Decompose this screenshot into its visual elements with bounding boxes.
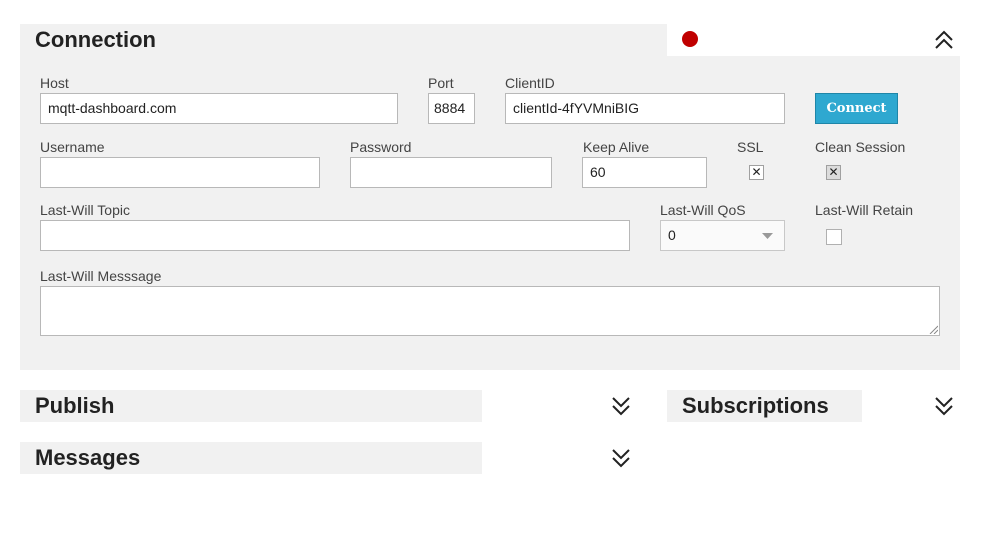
connection-status-indicator	[682, 31, 698, 47]
username-label: Username	[40, 139, 105, 155]
chevron-double-up-icon[interactable]	[933, 29, 955, 51]
lastwill-message-label: Last-Will Messsage	[40, 268, 162, 284]
resize-handle-icon[interactable]	[929, 325, 938, 334]
chevron-double-down-icon[interactable]	[610, 395, 632, 417]
chevron-double-down-icon[interactable]	[933, 395, 955, 417]
publish-title: Publish	[35, 393, 115, 418]
chevron-double-down-icon[interactable]	[610, 447, 632, 469]
port-input[interactable]: 8884	[428, 93, 475, 124]
port-label: Port	[428, 75, 454, 91]
ssl-label: SSL	[737, 139, 764, 155]
clean-session-label: Clean Session	[815, 139, 906, 155]
chevron-down-icon	[762, 233, 773, 239]
lastwill-topic-input[interactable]	[40, 220, 630, 251]
clientid-label: ClientID	[505, 75, 555, 91]
connect-button[interactable]: Connect	[815, 93, 898, 124]
keepalive-label: Keep Alive	[583, 139, 650, 155]
lastwill-qos-value: 0	[668, 227, 676, 243]
lastwill-topic-label: Last-Will Topic	[40, 202, 130, 218]
lastwill-message-textarea[interactable]	[40, 286, 940, 336]
subscriptions-title: Subscriptions	[682, 393, 829, 418]
messages-title: Messages	[35, 445, 141, 470]
lastwill-qos-label: Last-Will QoS	[660, 202, 746, 218]
ssl-checkbox[interactable]: ✕	[749, 165, 764, 180]
host-label: Host	[40, 75, 69, 91]
lastwill-qos-select[interactable]: 0	[660, 220, 785, 251]
clean-session-checkbox[interactable]: ✕	[826, 165, 841, 180]
username-input[interactable]	[40, 157, 320, 188]
host-input[interactable]: mqtt-dashboard.com	[40, 93, 398, 124]
password-input[interactable]	[350, 157, 552, 188]
lastwill-retain-checkbox[interactable]	[826, 229, 842, 245]
connection-title: Connection	[35, 27, 156, 52]
lastwill-retain-label: Last-Will Retain	[815, 202, 914, 218]
keepalive-input[interactable]: 60	[582, 157, 707, 188]
password-label: Password	[350, 139, 412, 155]
clientid-input[interactable]: clientId-4fYVMniBIG	[505, 93, 785, 124]
